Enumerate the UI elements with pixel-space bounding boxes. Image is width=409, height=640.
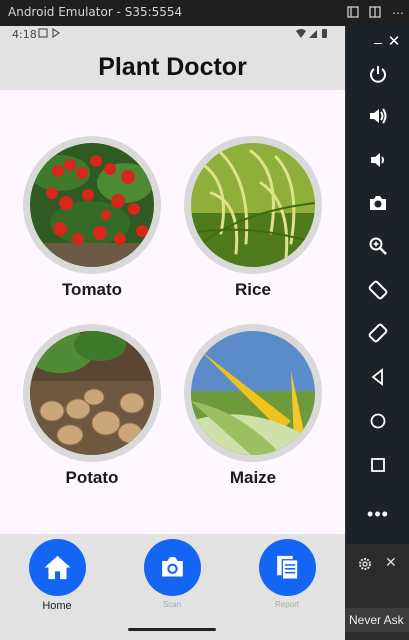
home-icon	[44, 555, 70, 580]
close-icon[interactable]: ✕	[376, 32, 409, 60]
potato-image	[30, 331, 154, 455]
rotate-right-icon[interactable]	[360, 322, 396, 350]
power-icon[interactable]	[360, 64, 396, 92]
maize-image	[191, 331, 315, 455]
crop-card-rice[interactable]: Rice	[184, 136, 324, 300]
crop-image-ring	[23, 324, 161, 462]
scan-button[interactable]	[143, 539, 201, 596]
crop-label-tomato: Tomato	[61, 280, 123, 299]
split-view-icon[interactable]	[368, 6, 382, 20]
status-time: 4:18	[12, 28, 37, 41]
camera-icon	[161, 557, 183, 577]
nav-label-scan: Scan	[162, 600, 182, 609]
app-bar: Plant Doctor	[0, 42, 345, 90]
crop-image-ring	[184, 136, 322, 274]
nav-item-report[interactable]: Report	[247, 539, 327, 609]
crop-image-ring	[184, 324, 322, 462]
volume-up-icon[interactable]	[360, 106, 396, 134]
window-icon[interactable]	[346, 6, 360, 20]
crop-card-potato[interactable]: Potato	[23, 324, 163, 488]
home-button[interactable]	[28, 539, 86, 596]
page-title: Plant Doctor	[98, 53, 247, 81]
nav-label-home: Home	[42, 600, 72, 612]
phone-screen: 4:18 Plant Doctor Tomato Rice Potato Mai…	[0, 26, 345, 640]
rotate-left-icon[interactable]	[360, 279, 396, 307]
status-icons	[295, 28, 329, 42]
gesture-bar[interactable]	[128, 628, 216, 631]
crop-label-potato: Potato	[65, 468, 119, 487]
screenshot-camera-icon[interactable]	[360, 193, 396, 221]
volume-down-icon[interactable]	[360, 150, 396, 178]
more-options-icon[interactable]: ⋯	[391, 6, 405, 20]
emulator-toolbar: – ✕ •••	[345, 26, 409, 544]
nav-item-home[interactable]: Home	[17, 539, 97, 612]
nav-item-scan[interactable]: Scan	[132, 539, 212, 609]
settings-gear-icon[interactable]	[357, 556, 373, 577]
status-bar: 4:18	[0, 26, 345, 42]
tomato-image	[30, 143, 154, 267]
crop-label-rice: Rice	[235, 280, 271, 299]
more-icon[interactable]: •••	[360, 504, 396, 532]
home-circle-icon[interactable]	[360, 412, 396, 440]
crop-label-maize: Maize	[229, 468, 277, 487]
crop-card-maize[interactable]: Maize	[184, 324, 324, 488]
zoom-icon[interactable]	[360, 236, 396, 264]
panel-close-icon[interactable]: ✕	[385, 554, 397, 571]
overview-square-icon[interactable]	[360, 456, 396, 484]
crop-card-tomato[interactable]: Tomato	[23, 136, 163, 300]
never-ask-button[interactable]: Never Ask	[345, 608, 409, 632]
crop-image-ring	[23, 136, 161, 274]
rice-image	[191, 143, 315, 267]
bottom-navigation: Home Scan Report	[0, 534, 345, 640]
document-icon	[276, 555, 298, 580]
emulator-window-title: Android Emulator - S35:5554	[8, 5, 183, 19]
notification-icons	[38, 27, 62, 42]
nav-label-report: Report	[274, 600, 299, 609]
emulator-title-bar: Android Emulator - S35:5554 ⋯	[0, 0, 409, 26]
back-icon[interactable]	[360, 368, 396, 396]
report-button[interactable]	[258, 539, 316, 596]
